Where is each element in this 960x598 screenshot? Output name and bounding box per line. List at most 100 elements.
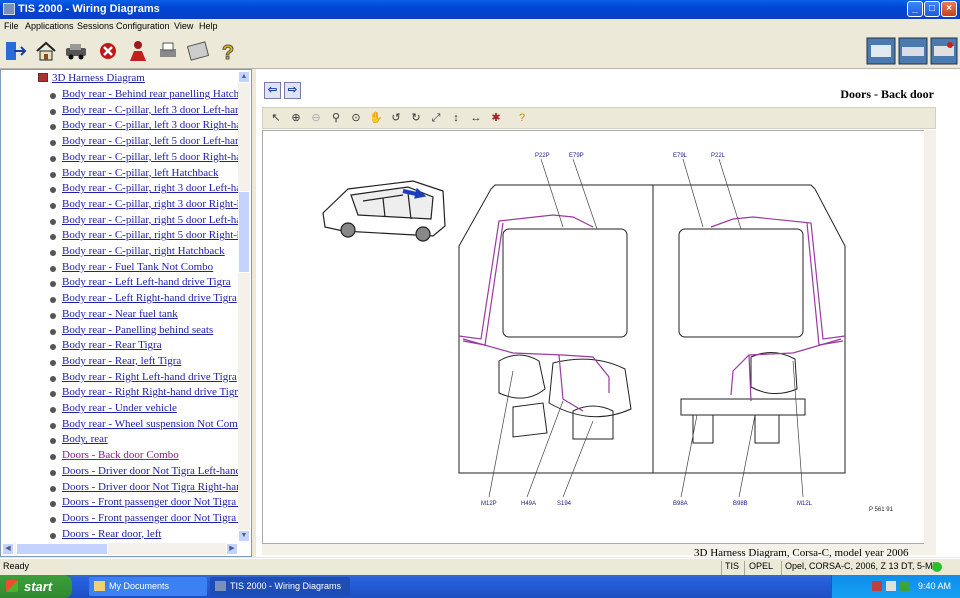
zoom-in-icon[interactable]: ⊕ [287, 110, 305, 127]
bullet-icon [50, 501, 56, 508]
menu-help[interactable]: Help [199, 21, 218, 31]
minimize-icon[interactable]: _ [907, 1, 923, 17]
connector-label: E79P [569, 153, 584, 159]
tree-item[interactable]: Body rear - Panelling behind seats [62, 324, 240, 336]
scroll-up-icon[interactable]: ▲ [238, 71, 250, 83]
scroll-down-icon[interactable]: ▼ [238, 530, 250, 542]
task-label: My Documents [109, 581, 170, 591]
tree-item[interactable]: Body, rear [62, 433, 240, 445]
fit-height-icon[interactable]: ↕ [447, 110, 465, 127]
scroll-left-icon[interactable]: ◀ [2, 543, 14, 555]
tree-item[interactable]: Doors - Driver door Not Tigra Right-hand… [62, 481, 240, 493]
tray-icon[interactable] [900, 581, 910, 591]
tree-item[interactable]: Body rear - C-pillar, right 3 door Left-… [62, 182, 240, 194]
module-3-icon[interactable] [930, 37, 958, 65]
menu-sessions[interactable]: Sessions [77, 21, 114, 31]
module-2-icon[interactable] [898, 37, 928, 65]
tree-item[interactable]: Body rear - Left Left-hand drive Tigra [62, 276, 240, 288]
tree-item[interactable]: Body rear - Left Right-hand drive Tigra [62, 292, 240, 304]
exit-icon[interactable] [4, 39, 28, 63]
tree-item[interactable]: Doors - Rear door, left [62, 528, 240, 540]
tree-item[interactable]: Body rear - Behind rear panelling Hatchb… [62, 88, 240, 100]
tree-item[interactable]: Body rear - Near fuel tank [62, 308, 240, 320]
maximize-icon[interactable]: □ [924, 1, 940, 17]
tree-item[interactable]: Body rear - C-pillar, right 5 door Left-… [62, 214, 240, 226]
tree-item[interactable]: Body rear - C-pillar, right 5 door Right… [62, 229, 240, 241]
menu-view[interactable]: View [174, 21, 193, 31]
tree-scrollbar[interactable]: ▲ ▼ [238, 71, 250, 542]
calculator-icon[interactable] [186, 39, 210, 63]
tree-hscrollbar[interactable]: ◀ ▶ [2, 543, 238, 555]
tree-item[interactable]: Body rear - C-pillar, left Hatchback [62, 167, 240, 179]
tree-item[interactable]: Doors - Driver door Not Tigra Left-hand … [62, 465, 240, 477]
zoom-icon[interactable]: ⚲ [327, 110, 345, 127]
tree-item[interactable]: Body rear - Under vehicle [62, 402, 240, 414]
back-door-diagram: P22P E79P E79L P22L M12P H49A S194 B98A … [322, 153, 894, 513]
tray-icon[interactable] [886, 581, 896, 591]
tree-item[interactable]: Body rear - Rear, left Tigra [62, 355, 240, 367]
tree-item[interactable]: Body rear - Right Left-hand drive Tigra [62, 371, 240, 383]
tree-item[interactable]: Body rear - C-pillar, left 5 door Right-… [62, 151, 240, 163]
vehicle-pictogram [322, 180, 446, 242]
svg-text:?: ? [222, 42, 234, 63]
menu-file[interactable]: File [4, 21, 19, 31]
diagram-canvas[interactable]: P22P E79P E79L P22L M12P H49A S194 B98A … [262, 130, 936, 544]
bullet-icon [50, 250, 56, 256]
status-system: TIS [725, 561, 740, 571]
connector-label: B98B [733, 501, 748, 507]
menu-configuration[interactable]: Configuration [116, 21, 170, 31]
back-arrow-icon[interactable]: ⇦ [264, 82, 281, 99]
menu-applications[interactable]: Applications [25, 21, 74, 31]
print-icon[interactable] [156, 39, 180, 63]
stop-icon[interactable] [96, 39, 120, 63]
tree-item[interactable]: Doors - Back door Combo [62, 449, 240, 461]
close-icon[interactable]: × [941, 1, 957, 17]
help-icon[interactable]: ? [216, 39, 240, 64]
module-1-icon[interactable] [866, 37, 896, 65]
taskbar: start My Documents TIS 2000 - Wiring Dia… [0, 575, 960, 598]
diagram-toolbar: ↖ ⊕ ⊖ ⚲ ⊙ ✋ ↺ ↻ ⤢ ↕ ↔ ✱ ? [262, 107, 936, 129]
scroll-right-icon[interactable]: ▶ [226, 543, 238, 555]
tree-item[interactable]: Body rear - C-pillar, right Hatchback [62, 245, 240, 257]
bullet-icon [50, 93, 56, 99]
rotate-right-icon[interactable]: ↻ [407, 110, 425, 127]
tree-item[interactable]: Body rear - Right Right-hand drive Tigra [62, 386, 240, 398]
task-tis2000[interactable]: TIS 2000 - Wiring Diagrams [210, 577, 350, 596]
tree-item[interactable]: Body rear - C-pillar, right 3 door Right… [62, 198, 240, 210]
windows-logo-icon [6, 580, 18, 592]
tree-root-label[interactable]: 3D Harness Diagram [52, 72, 230, 84]
bullet-icon [50, 407, 56, 413]
tree-item[interactable]: Doors - Front passenger door Not Tigra L… [62, 496, 240, 508]
rotate-left-icon[interactable]: ↺ [387, 110, 405, 127]
tree-item[interactable]: Body rear - C-pillar, left 5 door Left-h… [62, 135, 240, 147]
zoom-window-icon[interactable]: ⊙ [347, 110, 365, 127]
fit-width-icon[interactable]: ↔ [467, 110, 485, 127]
hscroll-thumb[interactable] [16, 543, 108, 555]
tree-item[interactable]: Body rear - C-pillar, left 3 door Right-… [62, 119, 240, 131]
tree-item[interactable]: Body rear - Wheel suspension Not Combo [62, 418, 240, 430]
tree-item[interactable]: Body rear - Rear Tigra [62, 339, 240, 351]
fit-icon[interactable]: ⤢ [427, 110, 445, 127]
home-icon[interactable] [34, 39, 58, 63]
diagram-help-icon[interactable]: ? [513, 110, 531, 127]
bullet-icon [50, 281, 56, 288]
zoom-out-icon[interactable]: ⊖ [307, 110, 325, 127]
forward-arrow-icon[interactable]: ⇨ [284, 82, 301, 99]
scroll-thumb[interactable] [238, 191, 250, 273]
diagram-vscrollbar[interactable] [924, 130, 936, 544]
tree-item[interactable]: Body rear - Fuel Tank Not Combo [62, 261, 240, 273]
tree-item[interactable]: Body rear - C-pillar, left 3 door Left-h… [62, 104, 240, 116]
pointer-icon[interactable]: ↖ [267, 110, 285, 127]
bullet-icon [50, 454, 56, 461]
person-icon[interactable] [126, 39, 150, 63]
car-icon[interactable] [64, 39, 88, 63]
pan-icon[interactable]: ✋ [367, 110, 385, 127]
tray-icon[interactable] [872, 581, 882, 591]
clock: 9:40 AM [918, 581, 952, 591]
start-button[interactable]: start [0, 575, 72, 598]
tree-item[interactable]: Doors - Front passenger door Not Tigra R… [62, 512, 240, 524]
ground-icon[interactable]: ✱ [487, 110, 505, 127]
task-my-documents[interactable]: My Documents [89, 577, 207, 596]
bullet-icon [50, 532, 56, 539]
bullet-icon [50, 469, 56, 476]
